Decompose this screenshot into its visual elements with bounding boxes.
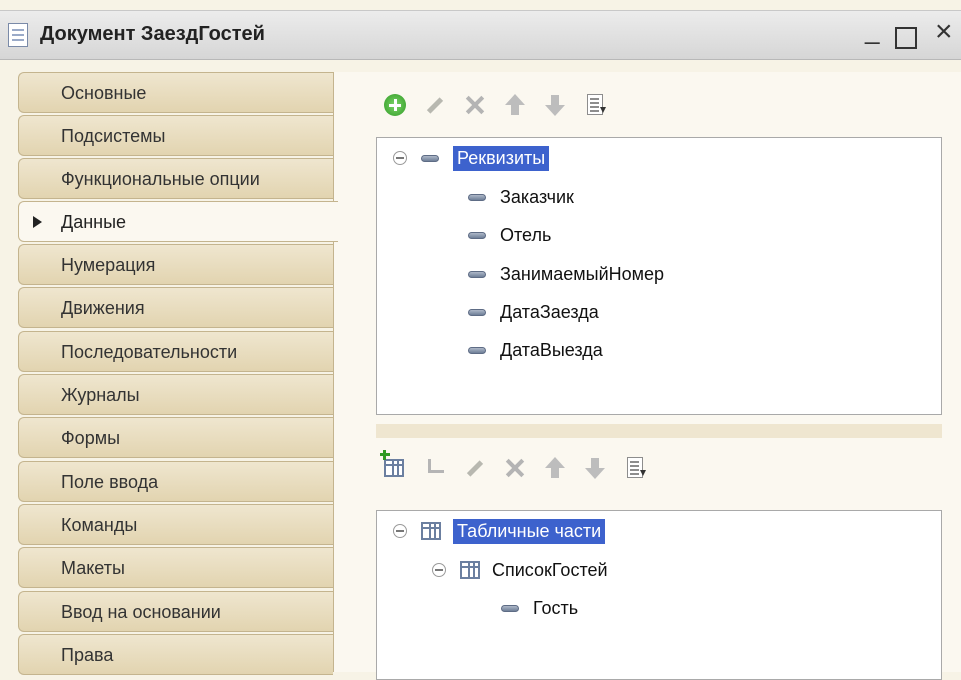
tab-label: Ввод на основании: [61, 602, 221, 622]
delete-icon[interactable]: [502, 455, 528, 481]
tab-label: Макеты: [61, 558, 125, 578]
tree-label-tabular-sections: Табличные части: [453, 518, 606, 544]
tree-row-attribute[interactable]: ДатаЗаезда: [468, 295, 599, 329]
tab-input-field[interactable]: Поле ввода: [18, 461, 333, 502]
tab-templates[interactable]: Макеты: [18, 547, 333, 588]
delete-icon[interactable]: [462, 92, 488, 118]
active-arrow-icon: [33, 216, 42, 228]
tree-row-table[interactable]: СписокГостей: [432, 553, 608, 587]
tree-row-attribute[interactable]: ДатаВыезда: [468, 333, 603, 367]
attribute-icon: [468, 346, 486, 354]
panel-divider[interactable]: [376, 424, 942, 438]
list-sort-icon[interactable]: [622, 455, 648, 481]
tab-label: Формы: [61, 428, 121, 448]
tab-label: Поле ввода: [61, 472, 159, 492]
tab-rights[interactable]: Права: [18, 634, 333, 675]
tree-label: Заказчик: [500, 186, 574, 207]
tab-data[interactable]: Данные: [18, 201, 338, 242]
tab-label: Команды: [61, 515, 138, 535]
collapse-icon[interactable]: [393, 524, 407, 538]
document-icon: [8, 23, 28, 47]
move-down-icon[interactable]: [542, 92, 568, 118]
tab-label: Данные: [61, 212, 127, 232]
window-title: Документ ЗаездГостей: [40, 23, 265, 45]
tree-label: Гость: [533, 597, 579, 618]
tree-row-tabular-root[interactable]: Табличные части: [393, 514, 606, 548]
move-up-icon[interactable]: [542, 455, 568, 481]
tab-functional-options[interactable]: Функциональные опции: [18, 158, 333, 199]
close-button[interactable]: ×: [935, 17, 953, 47]
maximize-button[interactable]: [895, 27, 917, 49]
tab-numbering[interactable]: Нумерация: [18, 244, 333, 285]
tab-label: Основные: [61, 83, 147, 103]
pencil-icon[interactable]: [462, 455, 488, 481]
tab-label: Движения: [61, 298, 145, 318]
attribute-icon: [421, 154, 439, 162]
tab-forms[interactable]: Формы: [18, 417, 333, 458]
tabular-toolbar: [380, 450, 648, 484]
list-sort-icon[interactable]: [582, 92, 608, 118]
move-up-icon[interactable]: [502, 92, 528, 118]
attributes-toolbar: [382, 89, 608, 121]
attribute-icon: [468, 270, 486, 278]
attribute-icon: [468, 231, 486, 239]
window-titlebar: Документ ЗаездГостей _ ×: [0, 10, 961, 60]
minimize-button[interactable]: _: [865, 17, 879, 43]
tree-row-column[interactable]: Гость: [501, 591, 578, 625]
pencil-icon[interactable]: [422, 92, 448, 118]
tab-main[interactable]: Основные: [18, 72, 333, 113]
tabular-sections-tree[interactable]: Табличные части СписокГостей Гость: [376, 510, 942, 680]
collapse-icon[interactable]: [432, 563, 446, 577]
tab-label: Функциональные опции: [61, 169, 260, 189]
sidebar: Основные Подсистемы Функциональные опции…: [18, 72, 338, 675]
tab-label: Нумерация: [61, 255, 156, 275]
attribute-icon: [468, 308, 486, 316]
tree-label: ЗанимаемыйНомер: [500, 263, 665, 284]
add-subitem-icon[interactable]: [422, 455, 448, 481]
move-down-icon[interactable]: [582, 455, 608, 481]
add-table-icon[interactable]: [380, 450, 408, 481]
table-icon: [421, 522, 441, 540]
tab-label: Последовательности: [61, 342, 238, 362]
tab-sequences[interactable]: Последовательности: [18, 331, 333, 372]
tree-row-attribute[interactable]: Отель: [468, 218, 551, 252]
tab-input-based-on[interactable]: Ввод на основании: [18, 591, 333, 632]
tab-label: Подсистемы: [61, 126, 166, 146]
add-circle-icon[interactable]: [382, 92, 408, 118]
tree-row-attribute[interactable]: ЗанимаемыйНомер: [468, 257, 664, 291]
tab-label: Права: [61, 645, 114, 665]
tree-row-attributes-root[interactable]: Реквизиты: [393, 141, 550, 175]
tab-movements[interactable]: Движения: [18, 287, 333, 328]
tab-subsystems[interactable]: Подсистемы: [18, 115, 333, 156]
tab-journals[interactable]: Журналы: [18, 374, 333, 415]
attribute-icon: [501, 604, 519, 612]
tree-label: ДатаЗаезда: [500, 301, 599, 322]
data-panel: Реквизиты Заказчик Отель ЗанимаемыйНомер…: [333, 72, 961, 680]
tree-label: ДатаВыезда: [500, 339, 603, 360]
tree-row-attribute[interactable]: Заказчик: [468, 180, 574, 214]
tab-label: Журналы: [61, 385, 140, 405]
attributes-tree[interactable]: Реквизиты Заказчик Отель ЗанимаемыйНомер…: [376, 137, 942, 415]
table-icon: [460, 561, 480, 579]
attribute-icon: [468, 193, 486, 201]
tree-label-attributes: Реквизиты: [453, 145, 550, 171]
tree-label: СписокГостей: [492, 559, 608, 580]
collapse-icon[interactable]: [393, 151, 407, 165]
tree-label: Отель: [500, 224, 552, 245]
tab-commands[interactable]: Команды: [18, 504, 333, 545]
